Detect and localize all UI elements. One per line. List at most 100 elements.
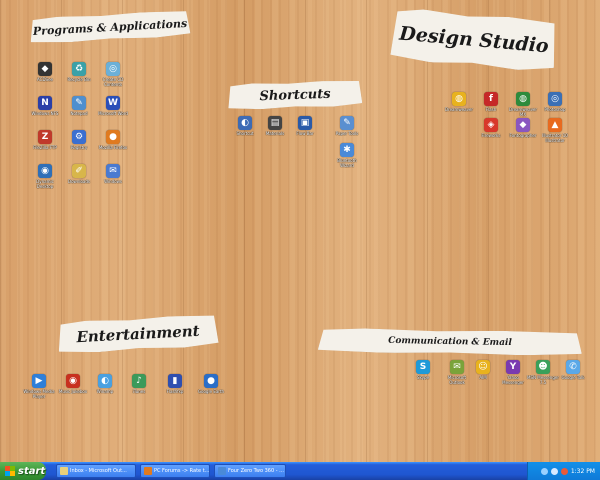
system-tray: 1:32 PM xyxy=(527,462,600,480)
icon-caption: Google Talk xyxy=(561,375,585,380)
icon-caption: Windows Media Player xyxy=(23,389,55,399)
ent-5-icon: ▮ xyxy=(168,374,182,388)
design-1-icon: ◍ xyxy=(452,92,466,106)
desktop[interactable]: Programs & Applications Shortcuts Design… xyxy=(0,0,600,462)
desktop-shortcut-shortcuts[interactable]: ▣ Flow Bar xyxy=(288,116,322,136)
icon-caption: Dreamweaver xyxy=(444,107,474,112)
design-2-icon: f xyxy=(484,92,498,106)
icon-caption: Winamp xyxy=(96,389,114,394)
label-entertainment: Entertainment xyxy=(57,314,218,354)
desktop-shortcut-design[interactable]: ◍ Dreamweaver MX xyxy=(506,92,540,117)
icon-caption: Yahoo Messenger xyxy=(502,375,524,385)
desktop-shortcut-design[interactable]: ▲ Illustrator 10 Illustrator xyxy=(538,118,572,143)
notepad-icon: ✎ xyxy=(72,96,86,110)
ent-2-icon: ◉ xyxy=(66,374,80,388)
desktop-shortcut-communication[interactable]: ☺ AIM xyxy=(466,360,500,380)
comm-3-icon: ☺ xyxy=(476,360,490,374)
desktop-shortcut-shortcuts[interactable]: ▤ Materials xyxy=(258,116,292,136)
desktop-shortcut-design[interactable]: ◈ Fireworks xyxy=(474,118,508,138)
desktop-shortcut-programs[interactable]: Z FileZilla FTP xyxy=(28,130,62,150)
desktop-shortcut-entertainment[interactable]: ◐ Winamp xyxy=(88,374,122,394)
task-label: Four Zero Two 360 - ... xyxy=(228,468,284,474)
clock[interactable]: 1:32 PM xyxy=(571,468,595,475)
task-inbox-button[interactable]: Inbox - Microsoft Out... xyxy=(56,464,136,478)
desktop-shortcut-entertainment[interactable]: ● Google Earth xyxy=(194,374,228,394)
taskbar: start Inbox - Microsoft Out... PC Forums … xyxy=(0,462,600,480)
desktop-shortcut-programs[interactable]: ✉ Windows xyxy=(96,164,130,184)
desktop-shortcut-programs[interactable]: ✐ Downloads xyxy=(62,164,96,184)
desktop-shortcut-design[interactable]: f Flash xyxy=(474,92,508,112)
desktop-shortcut-design[interactable]: ◍ Dreamweaver xyxy=(442,92,476,112)
comm-5-icon: ☻ xyxy=(536,360,550,374)
design-4-icon: ◎ xyxy=(548,92,562,106)
desktop-shortcut-entertainment[interactable]: ♪ iTunes xyxy=(122,374,156,394)
desktop-shortcut-entertainment[interactable]: ▮ Flashfxp xyxy=(158,374,192,394)
icon-caption: Shortcut xyxy=(236,131,254,136)
start-label: start xyxy=(18,465,46,477)
icon-caption: Fontographer xyxy=(509,133,537,138)
label-design: Design Studio xyxy=(390,7,558,73)
icon-caption: Illustrator 10 Illustrator xyxy=(542,133,568,143)
icon-caption: Notepad xyxy=(70,111,88,116)
shortcut-1-icon: ◐ xyxy=(238,116,252,130)
desktop-shortcut-programs[interactable]: ✎ Notepad xyxy=(62,96,96,116)
desktop-shortcut-communication[interactable]: ✆ Google Talk xyxy=(556,360,590,380)
desktop-shortcut-programs[interactable]: N Windows NFS xyxy=(28,96,62,116)
desktop-shortcut-design[interactable]: ◆ Fontographer xyxy=(506,118,540,138)
desktop-shortcut-programs[interactable]: ♻ Recycle Bin xyxy=(62,62,96,82)
start-button[interactable]: start xyxy=(0,462,46,480)
windows-icon: ✉ xyxy=(106,164,120,178)
icon-caption: Bluetooth Wizard xyxy=(337,158,357,168)
desktop-shortcut-communication[interactable]: ☻ MSN Messenger 7.5 xyxy=(526,360,560,385)
recycle-bin-icon: ♻ xyxy=(72,62,86,76)
volume-icon[interactable] xyxy=(550,467,558,475)
nfs-icon: N xyxy=(38,96,52,110)
task-pc-forums-button[interactable]: PC Forums -> Rate t... xyxy=(140,464,210,478)
ent-3-icon: ◐ xyxy=(98,374,112,388)
task-four-zero-button[interactable]: Four Zero Two 360 - ... xyxy=(214,464,286,478)
desktop-shortcut-shortcuts[interactable]: ✱ Bluetooth Wizard xyxy=(330,143,364,168)
icon-caption: Dreamweaver MX xyxy=(508,107,538,117)
desktop-shortcut-communication[interactable]: S Skype xyxy=(406,360,440,380)
comm-6-icon: ✆ xyxy=(566,360,580,374)
icon-caption: Microsoft Word xyxy=(98,111,128,116)
task-label: Inbox - Microsoft Out... xyxy=(70,468,127,474)
design-6-icon: ◆ xyxy=(516,118,530,132)
create-cd-icon: ◎ xyxy=(106,62,120,76)
desktop-shortcut-programs[interactable]: ⚙ Registry xyxy=(62,130,96,150)
desktop-shortcut-programs[interactable]: W Microsoft Word xyxy=(96,96,130,116)
desktop-shortcut-shortcuts[interactable]: ✎ Paper Tools xyxy=(330,116,364,136)
ent-4-icon: ♪ xyxy=(132,374,146,388)
desktop-shortcut-entertainment[interactable]: ▶ Windows Media Player xyxy=(22,374,56,399)
task-pc-forums-icon xyxy=(144,467,152,475)
desktop-shortcut-programs[interactable]: ◉ Dynamic Desktop xyxy=(28,164,62,189)
icon-caption: FileZilla FTP xyxy=(33,145,57,150)
shortcut-2-icon: ▤ xyxy=(268,116,282,130)
icon-caption: Google Earth xyxy=(197,389,225,394)
desktop-shortcut-programs[interactable]: ◆ ACDSee xyxy=(28,62,62,82)
task-label: PC Forums -> Rate t... xyxy=(153,468,209,474)
label-programs: Programs & Applications xyxy=(29,10,190,44)
design-3-icon: ◍ xyxy=(516,92,530,106)
desktop-shortcut-programs[interactable]: ◎ Create CD Contents xyxy=(96,62,130,87)
firefox-icon: ● xyxy=(106,130,120,144)
desktop-shortcut-programs[interactable]: ● Mozilla Firefox xyxy=(96,130,130,150)
icon-caption: Music Jukebox xyxy=(58,389,88,394)
ent-1-icon: ▶ xyxy=(32,374,46,388)
icon-caption: Recycle Bin xyxy=(67,77,91,82)
desktop-shortcut-design[interactable]: ◎ Photoshop xyxy=(538,92,572,112)
task-four-zero-icon xyxy=(218,467,226,475)
icon-caption: Registry xyxy=(70,145,88,150)
label-shortcuts: Shortcuts xyxy=(228,80,363,111)
desktop-shortcut-shortcuts[interactable]: ◐ Shortcut xyxy=(228,116,262,136)
icon-caption: Dynamic Desktop xyxy=(36,179,54,189)
network-icon[interactable] xyxy=(540,467,548,475)
filezilla-icon: Z xyxy=(38,130,52,144)
icon-caption: Materials xyxy=(265,131,285,136)
icon-caption: MSN Messenger 7.5 xyxy=(527,375,559,385)
icon-caption: Flow Bar xyxy=(296,131,314,136)
registry-icon: ⚙ xyxy=(72,130,86,144)
security-icon[interactable] xyxy=(560,467,568,475)
desktop-shortcut-entertainment[interactable]: ◉ Music Jukebox xyxy=(56,374,90,394)
desktop-shortcut-communication[interactable]: Y Yahoo Messenger xyxy=(496,360,530,385)
